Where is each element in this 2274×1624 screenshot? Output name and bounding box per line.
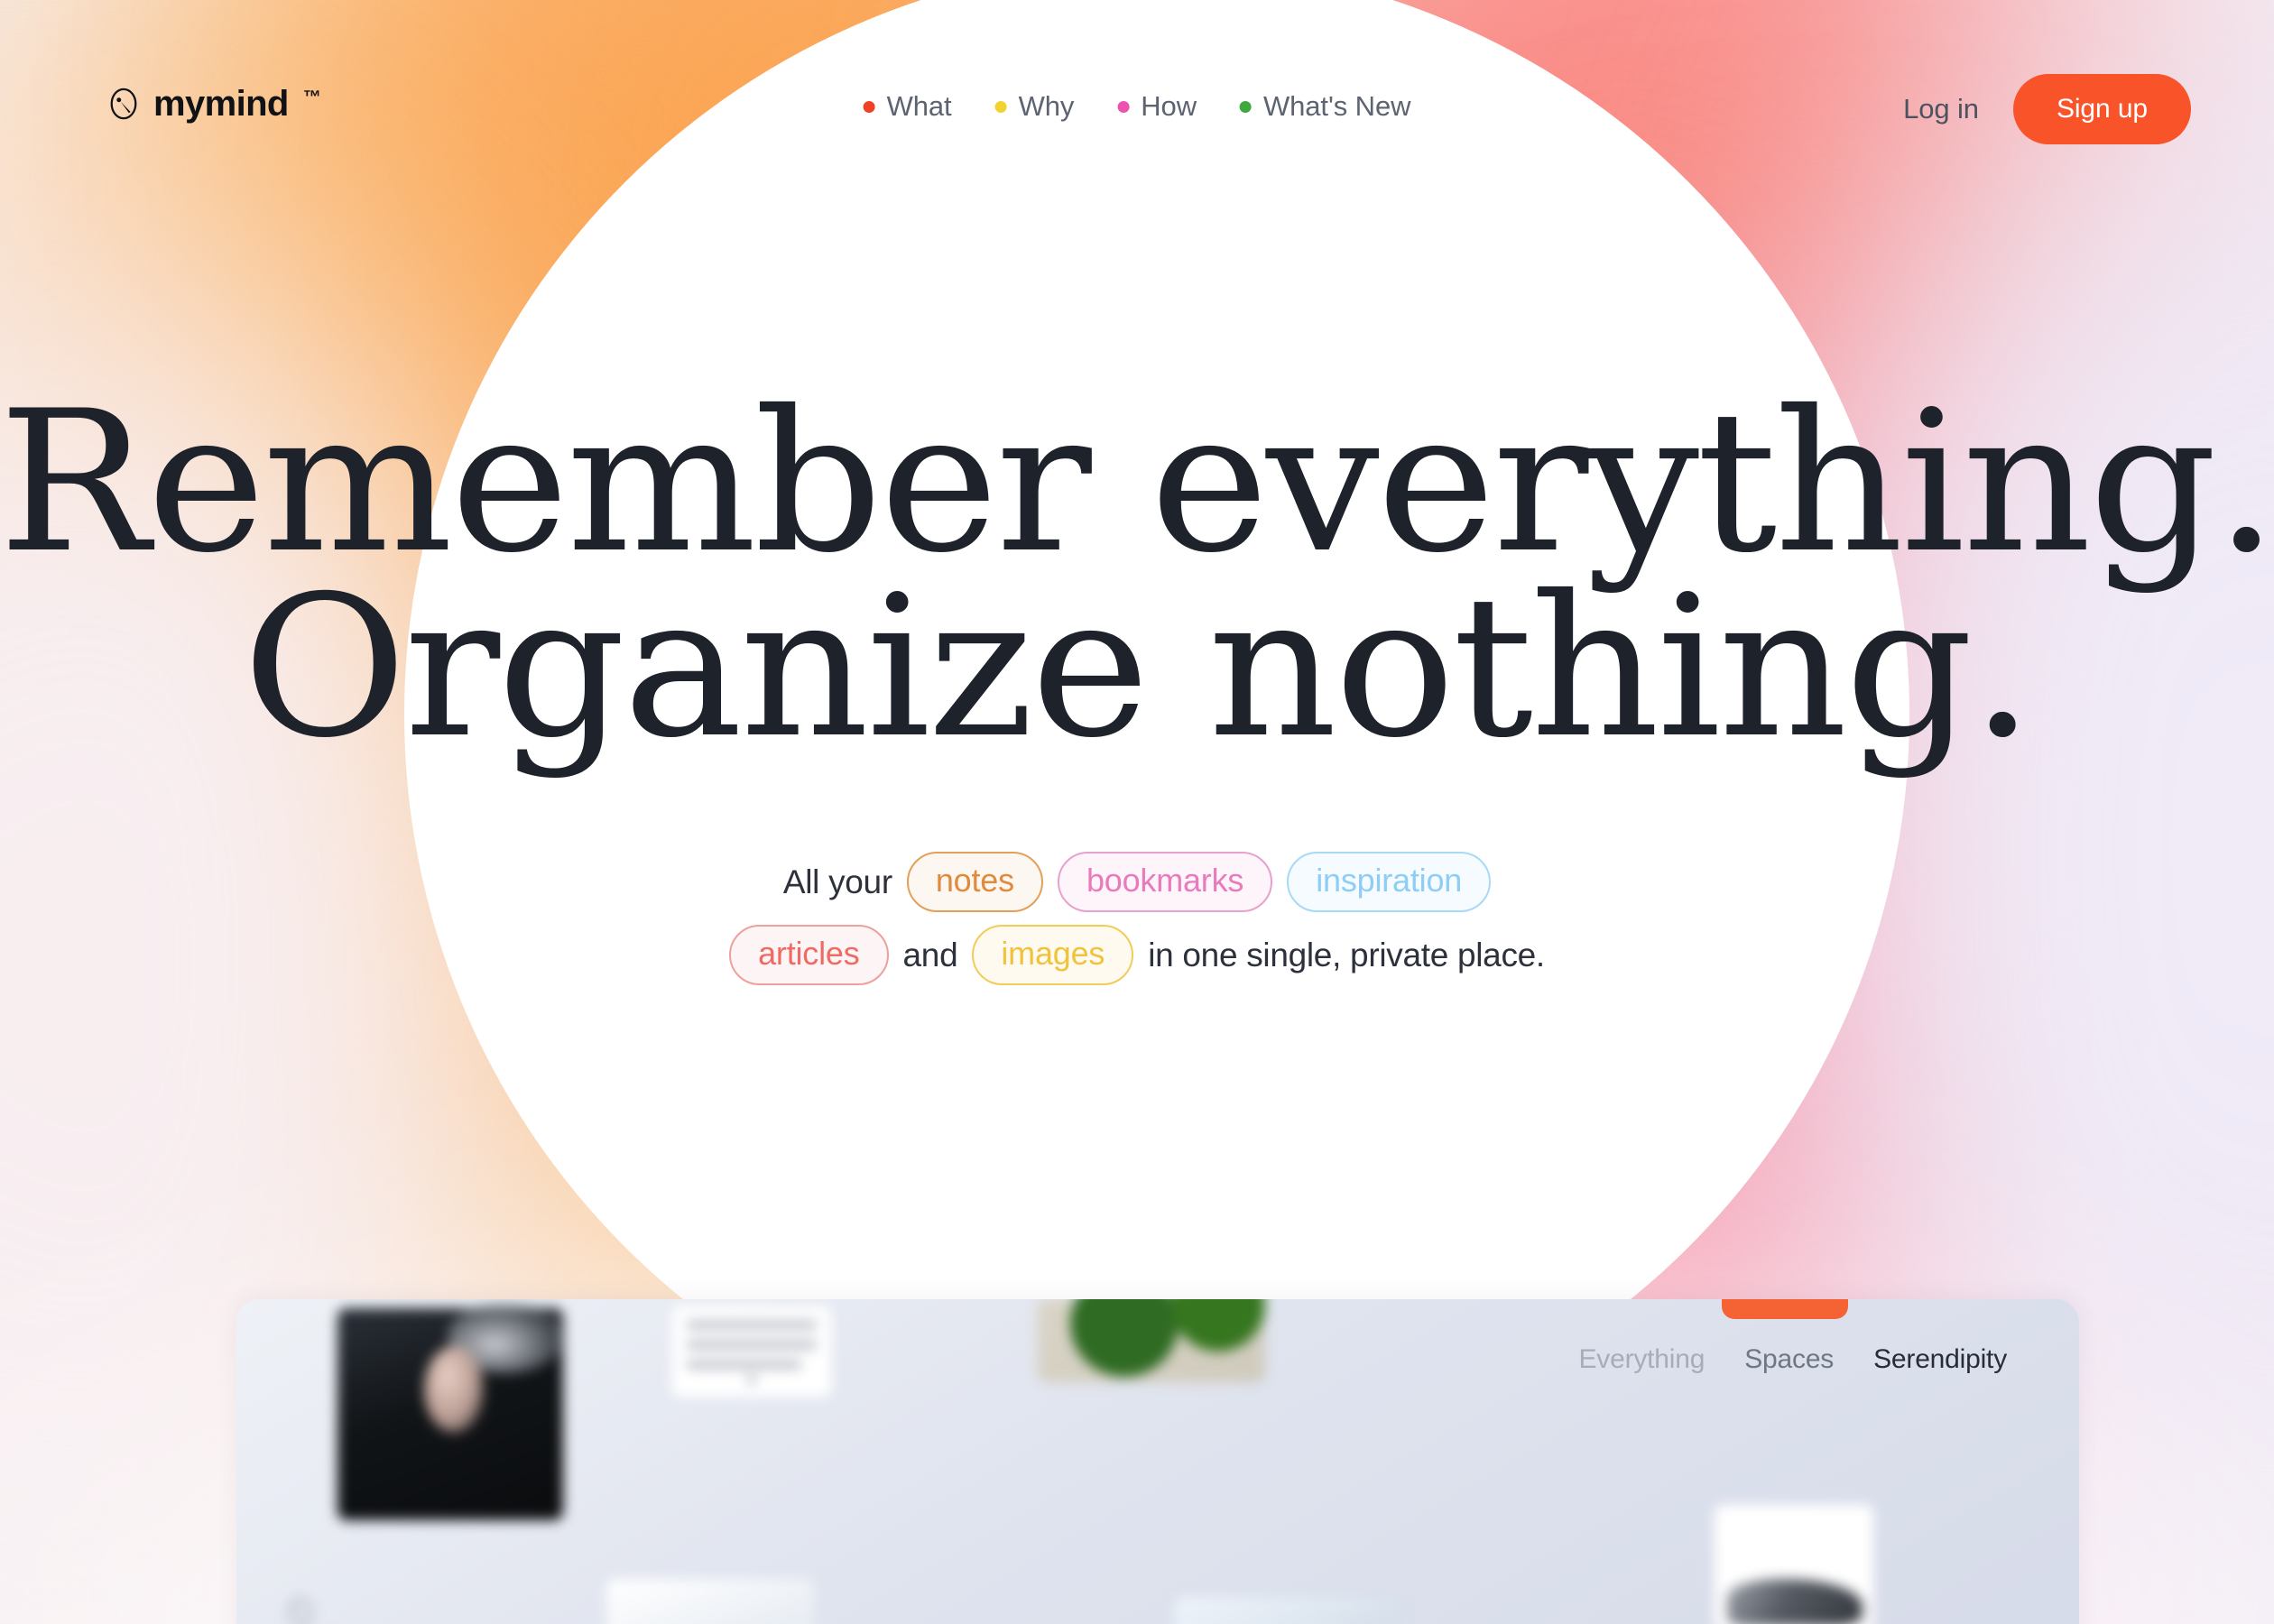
preview-card-note bbox=[672, 1306, 831, 1397]
bullet-dot-icon bbox=[1239, 100, 1252, 113]
preview-note-line bbox=[687, 1341, 817, 1349]
brand-trademark: ™ bbox=[302, 88, 321, 107]
bullet-dot-icon bbox=[1117, 100, 1130, 113]
preview-note-line bbox=[687, 1321, 817, 1329]
subtitle-row-2: articles and images in one single, priva… bbox=[729, 925, 1545, 986]
auth-actions: Log in Sign up bbox=[1903, 74, 2191, 144]
preview-tab-spaces[interactable]: Spaces bbox=[1744, 1344, 1834, 1375]
subtitle-conjunction: and bbox=[902, 936, 958, 973]
preview-note-line bbox=[687, 1361, 801, 1369]
nav-item-label: Why bbox=[1018, 90, 1075, 122]
pill-articles[interactable]: articles bbox=[729, 925, 889, 986]
nav-item-why[interactable]: Why bbox=[994, 90, 1075, 123]
preview-tab-everything[interactable]: Everything bbox=[1578, 1344, 1705, 1375]
preview-card-green-image bbox=[1038, 1299, 1265, 1382]
signup-button[interactable]: Sign up bbox=[2012, 74, 2191, 144]
hero-subtitle: All your notes bookmarks inspiration art… bbox=[0, 852, 2274, 986]
nav-item-whats-new[interactable]: What's New bbox=[1239, 90, 1411, 123]
preview-card-misc-image-2 bbox=[1175, 1597, 1400, 1624]
pill-inspiration[interactable]: inspiration bbox=[1287, 852, 1492, 913]
app-preview-panel[interactable]: Everything Spaces Serendipity bbox=[236, 1299, 2079, 1624]
login-link[interactable]: Log in bbox=[1903, 93, 1979, 125]
pill-bookmarks[interactable]: bookmarks bbox=[1057, 852, 1273, 913]
nav-item-what[interactable]: What bbox=[863, 90, 952, 123]
preview-mymind-egg-clock-icon bbox=[289, 1598, 312, 1624]
nav-item-how[interactable]: How bbox=[1117, 90, 1197, 123]
subtitle-lead: All your bbox=[782, 863, 892, 900]
preview-note-dot-icon bbox=[747, 1375, 756, 1384]
landing-page: mymind ™ What Why How What's New Log in bbox=[0, 0, 2274, 1624]
mymind-egg-clock-icon bbox=[110, 88, 137, 120]
nav-item-label: What bbox=[886, 90, 952, 122]
headline-line-1: Remember everything. bbox=[0, 369, 2274, 595]
site-header: mymind ™ What Why How What's New Log in bbox=[0, 0, 2274, 217]
headline-line-2: Organize nothing. bbox=[242, 554, 2035, 781]
page-title: Remember everything. Organize nothing. bbox=[0, 369, 2274, 781]
nav-item-label: How bbox=[1141, 90, 1197, 122]
subtitle-tail: in one single, private place. bbox=[1148, 936, 1545, 973]
subtitle-row-1: All your notes bookmarks inspiration bbox=[782, 852, 1492, 913]
preview-note-text bbox=[687, 1321, 817, 1380]
brand-logo[interactable]: mymind ™ bbox=[106, 86, 321, 122]
preview-card-dark-image bbox=[337, 1301, 565, 1520]
preview-card-shoe-image bbox=[1715, 1505, 1873, 1624]
main-nav: What Why How What's New bbox=[863, 90, 1411, 123]
pill-notes[interactable]: notes bbox=[906, 852, 1043, 913]
preview-tab-bar: Everything Spaces Serendipity bbox=[1578, 1344, 2007, 1375]
pill-images[interactable]: images bbox=[972, 925, 1134, 986]
bullet-dot-icon bbox=[994, 100, 1007, 113]
preview-card-misc-image bbox=[606, 1579, 814, 1624]
brand-name: mymind bbox=[153, 84, 289, 124]
nav-item-label: What's New bbox=[1262, 90, 1411, 122]
preview-accent-tab bbox=[1722, 1299, 1848, 1319]
preview-tab-serendipity[interactable]: Serendipity bbox=[1873, 1344, 2007, 1375]
bullet-dot-icon bbox=[863, 100, 875, 113]
